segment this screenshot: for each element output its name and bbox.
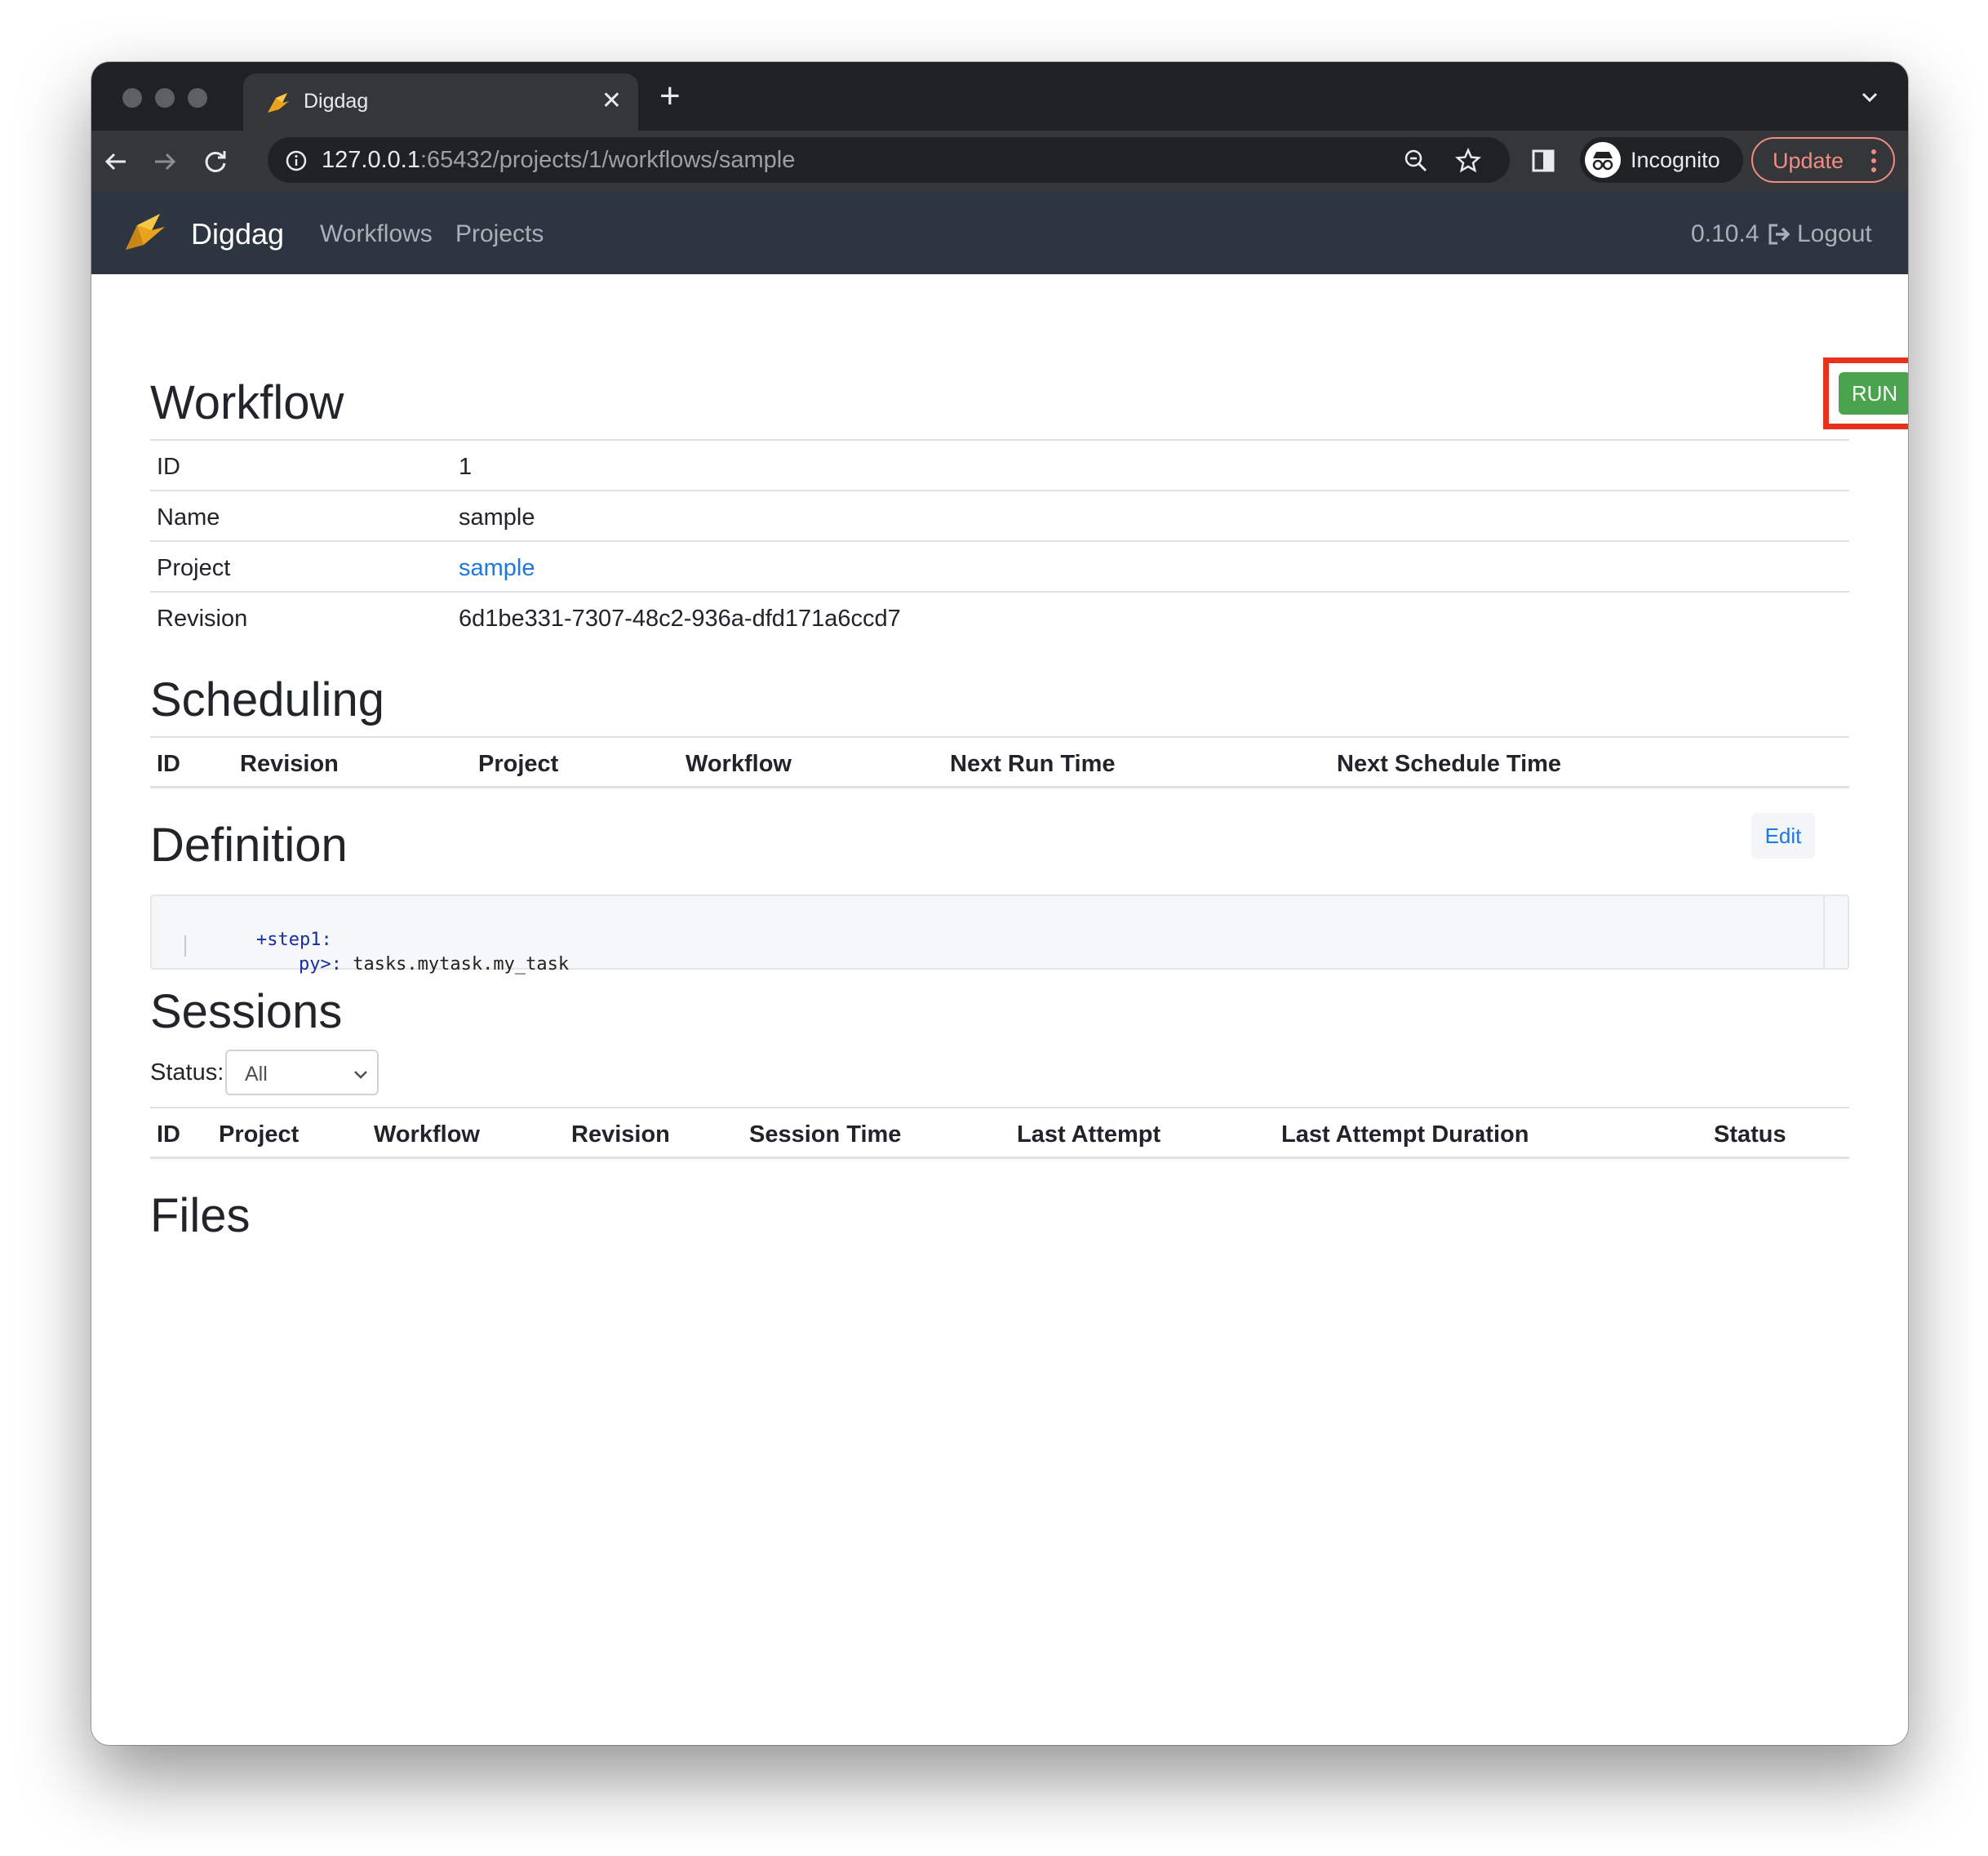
zoom-magnifier-icon[interactable]: [1402, 147, 1430, 175]
column-header: Next Schedule Time: [1337, 751, 1562, 777]
column-header: Workflow: [686, 751, 792, 777]
column-header: Status: [1714, 1121, 1786, 1148]
digdag-favicon-icon: [268, 93, 289, 113]
scheduling-table-header: ID Revision Project Workflow Next Run Ti…: [150, 736, 1849, 788]
page-content: Workflow RUN ID 1 Name sample Project sa…: [150, 274, 1908, 1735]
definition-code-block[interactable]: +step1: py>: tasks.mytask.my_task: [150, 895, 1849, 975]
digdag-logo-icon[interactable]: [121, 209, 170, 253]
indent-guide: [184, 935, 186, 957]
update-button[interactable]: Update: [1751, 137, 1895, 183]
row-value: sample: [459, 504, 535, 531]
column-header: Revision: [571, 1121, 670, 1148]
browser-window: Digdag ✕ + 127.0.0.1:65432/projects/1/wo…: [91, 62, 1908, 1745]
site-info-icon[interactable]: [284, 149, 308, 173]
code-scrollbar[interactable]: [1823, 896, 1848, 968]
url-host: 127.0.0.1: [322, 147, 420, 173]
forward-arrow-icon[interactable]: [147, 144, 183, 180]
column-header: Session Time: [749, 1121, 902, 1148]
workflow-row-id: ID 1: [150, 439, 1849, 490]
update-label: Update: [1773, 149, 1844, 173]
browser-toolbar: 127.0.0.1:65432/projects/1/workflows/sam…: [91, 131, 1908, 191]
tab-search-chevron-icon[interactable]: [1856, 83, 1884, 111]
sessions-heading: Sessions: [150, 985, 343, 1038]
url-text: 127.0.0.1:65432/projects/1/workflows/sam…: [322, 147, 795, 174]
code-token: py>:: [298, 954, 342, 975]
workflow-row-name: Name sample: [150, 490, 1849, 540]
logout-icon[interactable]: [1766, 222, 1792, 246]
side-panel-icon[interactable]: [1529, 147, 1557, 175]
tab-close-icon[interactable]: ✕: [601, 85, 622, 118]
column-header: Revision: [240, 751, 339, 777]
zoom-window-dot[interactable]: [188, 88, 207, 108]
sessions-table-header: ID Project Workflow Revision Session Tim…: [150, 1107, 1849, 1159]
column-header: Next Run Time: [950, 751, 1116, 777]
back-arrow-icon[interactable]: [98, 144, 134, 180]
definition-heading: Definition: [150, 819, 348, 872]
column-header: ID: [157, 751, 180, 777]
column-header: Last Attempt Duration: [1281, 1121, 1529, 1148]
new-tab-icon[interactable]: +: [659, 77, 681, 116]
url-path: :65432/projects/1/workflows/sample: [419, 147, 796, 173]
status-filter-select[interactable]: All: [225, 1050, 379, 1095]
column-header: ID: [157, 1121, 180, 1148]
row-value: 6d1be331-7307-48c2-936a-dfd171a6ccd7: [459, 606, 901, 632]
column-header: Workflow: [374, 1121, 480, 1148]
nav-link-projects[interactable]: Projects: [455, 220, 544, 248]
run-button[interactable]: RUN: [1839, 372, 1908, 415]
nav-link-workflows[interactable]: Workflows: [320, 220, 433, 248]
bookmark-star-icon[interactable]: [1454, 147, 1482, 175]
edit-button[interactable]: Edit: [1751, 813, 1815, 859]
column-header: Project: [219, 1121, 300, 1148]
logout-link[interactable]: Logout: [1797, 220, 1872, 248]
reload-icon[interactable]: [197, 144, 233, 180]
project-link[interactable]: sample: [459, 555, 535, 582]
row-key: Name: [157, 504, 220, 531]
column-header: Project: [478, 751, 559, 777]
incognito-chip[interactable]: Incognito: [1580, 137, 1743, 183]
files-heading: Files: [150, 1189, 251, 1242]
app-navbar: Digdag Workflows Projects 0.10.4 Logout: [91, 191, 1908, 274]
status-filter-value: All: [245, 1063, 268, 1086]
row-value: 1: [459, 454, 473, 480]
run-highlight-box: RUN: [1823, 357, 1908, 429]
version-text: 0.10.4: [1691, 220, 1759, 247]
row-key: ID: [157, 454, 180, 480]
kebab-menu-icon[interactable]: [1870, 147, 1877, 175]
browser-tab[interactable]: Digdag ✕: [243, 73, 638, 131]
scheduling-heading: Scheduling: [150, 673, 384, 726]
minimize-window-dot[interactable]: [155, 88, 175, 108]
workflow-row-project: Project sample: [150, 540, 1849, 591]
row-key: Revision: [157, 606, 248, 632]
address-bar[interactable]: 127.0.0.1:65432/projects/1/workflows/sam…: [268, 137, 1510, 183]
tab-strip: Digdag ✕ +: [91, 62, 1908, 131]
code-token: tasks.mytask.my_task: [353, 954, 570, 975]
status-filter-label: Status:: [150, 1059, 224, 1086]
brand-name[interactable]: Digdag: [191, 217, 284, 251]
tab-title: Digdag: [304, 90, 369, 113]
incognito-icon: [1592, 152, 1613, 171]
workflow-row-revision: Revision 6d1be331-7307-48c2-936a-dfd171a…: [150, 591, 1849, 642]
chevron-down-icon: [354, 1071, 367, 1079]
incognito-avatar: [1585, 142, 1621, 178]
incognito-label: Incognito: [1631, 148, 1720, 172]
close-window-dot[interactable]: [122, 88, 142, 108]
row-key: Project: [157, 555, 231, 581]
workflow-heading: Workflow: [150, 376, 344, 429]
column-header: Last Attempt: [1017, 1121, 1161, 1148]
